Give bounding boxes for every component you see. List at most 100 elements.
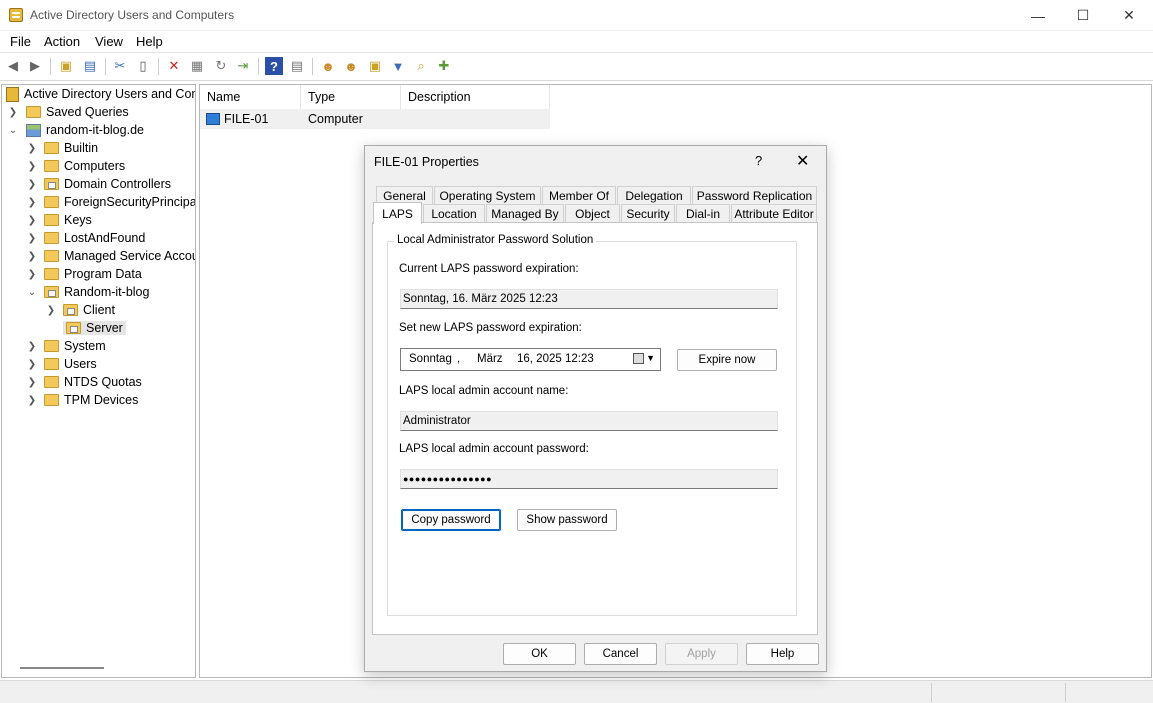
forward-icon[interactable]: ▶ [26,57,44,75]
properties-icon[interactable]: ▦ [188,57,206,75]
show-console-tree-icon[interactable]: ▤ [81,57,99,75]
tree-item-domain[interactable]: ⌄ random-it-blog.de [6,121,144,139]
maximize-button[interactable]: ☐ [1060,0,1106,31]
help-icon[interactable]: ? [265,57,283,75]
back-icon[interactable]: ◀ [4,57,22,75]
tab-operating-system[interactable]: Operating System [434,186,541,204]
account-name-field[interactable]: Administrator [400,411,778,431]
tab-member-of[interactable]: Member Of [542,186,616,204]
chevron-right-icon[interactable]: ❯ [44,305,58,316]
chevron-right-icon[interactable]: ❯ [25,377,39,388]
chevron-right-icon[interactable]: ❯ [25,179,39,190]
chevron-down-icon[interactable]: ▼ [646,353,655,363]
close-button[interactable]: ✕ [1106,0,1152,31]
chevron-right-icon[interactable]: ❯ [25,251,39,262]
tree-item-computers[interactable]: ❯ Computers [25,157,125,175]
tree-item-keys[interactable]: ❯ Keys [25,211,92,229]
tab-password-replication[interactable]: Password Replication [692,186,817,204]
export-list-icon[interactable]: ⇥ [234,57,252,75]
chevron-right-icon[interactable]: ❯ [25,341,39,352]
new-group-icon[interactable]: ☻ [342,57,360,75]
tab-security[interactable]: Security [621,204,675,222]
chevron-right-icon[interactable]: ❯ [25,161,39,172]
console-tree: Active Directory Users and Com ❯ Saved Q… [1,84,196,678]
tree-item-client[interactable]: ❯ Client [44,301,115,319]
tree-item-saved-queries[interactable]: ❯ Saved Queries [6,103,129,121]
cancel-button[interactable]: Cancel [584,643,657,665]
chevron-right-icon[interactable]: ❯ [25,395,39,406]
chevron-right-icon[interactable]: ❯ [25,359,39,370]
chevron-down-icon[interactable]: ⌄ [25,287,39,298]
copy-password-button[interactable]: Copy password [401,509,501,531]
tab-location[interactable]: Location [423,204,485,222]
find-icon[interactable]: ⌕ [412,57,430,75]
table-row[interactable]: FILE-01 Computer [200,109,550,129]
filter-icon[interactable]: ▼ [389,57,407,75]
date-month[interactable]: März [477,353,503,365]
horizontal-scrollbar[interactable] [20,667,104,669]
expiration-date-picker[interactable]: Sonntag , März 16, 2025 12:23 ▼ [400,348,661,371]
tab-laps[interactable]: LAPS [373,202,422,224]
tree-item-managed-service-accounts[interactable]: ❯ Managed Service Accour [25,247,195,265]
toolbar-separator [50,58,51,75]
tree-item-system[interactable]: ❯ System [25,337,106,355]
menu-view[interactable]: View [95,34,123,49]
new-user-icon[interactable]: ☻ [319,57,337,75]
chevron-right-icon[interactable]: ❯ [6,107,20,118]
refresh-icon[interactable]: ↻ [212,57,230,75]
tree-item-random-it-blog[interactable]: ⌄ Random-it-blog [25,283,150,301]
tab-object[interactable]: Object [565,204,620,222]
chevron-right-icon[interactable]: ❯ [25,233,39,244]
apply-button[interactable]: Apply [665,643,738,665]
aduc-root-icon [6,86,19,102]
tree-root[interactable]: Active Directory Users and Com [6,85,195,103]
up-folder-icon[interactable]: ▣ [57,57,75,75]
folder-icon [44,394,59,406]
menu-help[interactable]: Help [136,34,163,49]
tree-item-ntds-quotas[interactable]: ❯ NTDS Quotas [25,373,142,391]
column-header-type[interactable]: Type [301,85,401,109]
tab-attribute-editor[interactable]: Attribute Editor [731,204,817,222]
tree-item-tpm-devices[interactable]: ❯ TPM Devices [25,391,139,409]
chevron-right-icon[interactable]: ❯ [25,143,39,154]
chevron-right-icon[interactable]: ❯ [25,215,39,226]
tab-managed-by[interactable]: Managed By [486,204,564,222]
tree-item-domain-controllers[interactable]: ❯ Domain Controllers [25,175,171,193]
tab-delegation[interactable]: Delegation [617,186,691,204]
minimize-button[interactable]: — [1015,0,1061,31]
row-name: FILE-01 [224,112,269,126]
copy-icon[interactable]: ▯ [134,57,152,75]
show-password-button[interactable]: Show password [517,509,617,531]
column-header-name[interactable]: Name [200,85,301,109]
calendar-icon[interactable] [633,353,644,364]
dialog-close-button[interactable]: ✕ [796,151,809,171]
date-rest[interactable]: 16, 2025 12:23 [517,353,594,365]
delete-icon[interactable]: ✕ [165,57,183,75]
new-ou-icon[interactable]: ▣ [366,57,384,75]
add-to-group-icon[interactable]: ✚ [435,57,453,75]
dialog-help-button[interactable]: ? [755,153,762,168]
chevron-right-icon[interactable]: ❯ [25,269,39,280]
expire-now-button[interactable]: Expire now [677,349,777,371]
tree-item-server[interactable]: Server [44,319,126,337]
tree-item-foreign-security-principals[interactable]: ❯ ForeignSecurityPrincipals [25,193,195,211]
menu-action[interactable]: Action [44,34,80,49]
column-header-description[interactable]: Description [401,85,550,109]
new-expiration-label: Set new LAPS password expiration: [399,322,582,334]
ok-button[interactable]: OK [503,643,576,665]
show-action-pane-icon[interactable]: ▤ [288,57,306,75]
tree-item-program-data[interactable]: ❯ Program Data [25,265,142,283]
account-password-field[interactable]: ●●●●●●●●●●●●●●● [400,469,778,489]
tree-item-users[interactable]: ❯ Users [25,355,97,373]
cut-icon[interactable]: ✂ [111,57,129,75]
chevron-down-icon[interactable]: ⌄ [6,125,20,136]
help-button[interactable]: Help [746,643,819,665]
tree-item-lost-and-found[interactable]: ❯ LostAndFound [25,229,146,247]
chevron-right-icon[interactable]: ❯ [25,197,39,208]
current-expiration-field[interactable]: Sonntag, 16. März 2025 12:23 [400,289,778,309]
tree-item-builtin[interactable]: ❯ Builtin [25,139,98,157]
tab-dial-in[interactable]: Dial-in [676,204,730,222]
menu-file[interactable]: File [10,34,31,49]
date-day[interactable]: Sonntag [409,353,452,365]
window-title: Active Directory Users and Computers [30,8,235,22]
